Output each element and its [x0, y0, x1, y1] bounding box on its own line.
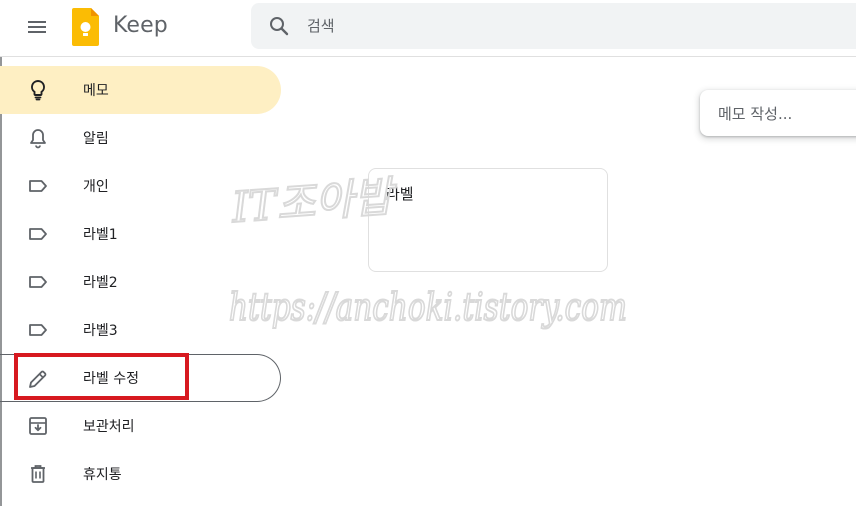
- lightbulb-icon: [26, 78, 50, 102]
- sidebar-item-label-2[interactable]: 라벨2: [0, 258, 281, 306]
- search-bar[interactable]: [251, 3, 856, 49]
- note-card[interactable]: 라벨: [368, 168, 608, 272]
- bell-icon: [26, 126, 50, 150]
- search-icon[interactable]: [267, 14, 291, 38]
- trash-icon: [26, 462, 50, 486]
- sidebar-item-label: 개인: [83, 179, 109, 195]
- sidebar-item-label-3[interactable]: 라벨3: [0, 306, 281, 354]
- sidebar-item-label: 메모: [83, 83, 109, 99]
- sidebar-item-label: 라벨2: [83, 275, 118, 291]
- sidebar-item-label: 휴지통: [83, 467, 122, 483]
- sidebar-item-label: 라벨1: [83, 227, 118, 243]
- sidebar-item-label: 알림: [83, 131, 109, 147]
- watermark-line2: https://anchoki.tistory.com: [229, 285, 627, 329]
- sidebar-item-archive[interactable]: 보관처리: [0, 402, 281, 450]
- archive-icon: [26, 414, 50, 438]
- sidebar-item-notes[interactable]: 메모: [0, 66, 281, 114]
- note-title: 라벨: [386, 185, 414, 203]
- label-icon: [26, 270, 50, 294]
- hamburger-menu-icon: [28, 21, 46, 33]
- sidebar-item-label-1[interactable]: 라벨1: [0, 210, 281, 258]
- sidebar-item-label: 보관처리: [83, 419, 135, 435]
- sidebar-item-label: 라벨3: [83, 323, 118, 339]
- app-header: Keep: [0, 0, 856, 57]
- main-menu-button[interactable]: [17, 7, 57, 47]
- keep-logo-icon: [70, 7, 100, 47]
- annotation-highlight-box: [14, 353, 189, 400]
- sidebar-item-trash[interactable]: 휴지통: [0, 450, 281, 498]
- search-input[interactable]: [307, 3, 847, 49]
- label-icon: [26, 174, 50, 198]
- sidebar-item-label-personal[interactable]: 개인: [0, 162, 281, 210]
- app-title: Keep: [113, 13, 168, 38]
- sidebar-item-reminders[interactable]: 알림: [0, 114, 281, 162]
- label-icon: [26, 318, 50, 342]
- take-note-bar[interactable]: 메모 작성...: [700, 90, 856, 136]
- sidebar-nav: 메모 알림 개인 라벨1 라벨2 라벨3 라벨 수정 보관처리 휴지통: [0, 66, 282, 498]
- label-icon: [26, 222, 50, 246]
- take-note-placeholder[interactable]: 메모 작성...: [718, 103, 792, 124]
